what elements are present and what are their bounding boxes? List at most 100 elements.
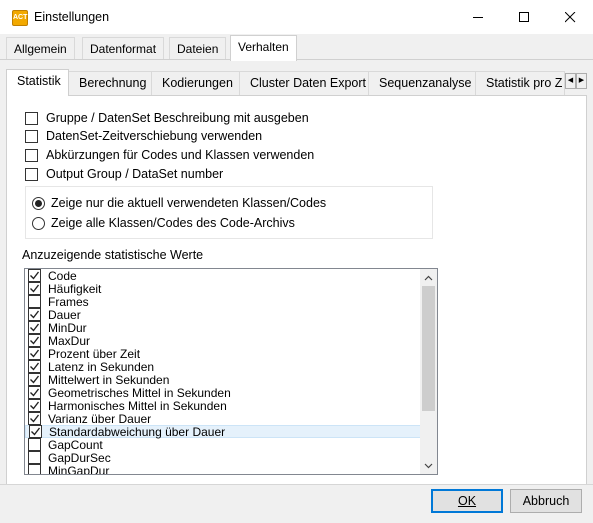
statistik-panel: Gruppe / DatenSet Beschreibung mit ausge… [6, 95, 587, 485]
tab-statistik-pro-z[interactable]: Statistik pro Z [475, 71, 565, 95]
radio-button[interactable] [32, 216, 45, 230]
list-item[interactable]: MaxDur [25, 333, 421, 348]
tab-verhalten[interactable]: Verhalten [230, 35, 297, 61]
option-label: Gruppe / DatenSet Beschreibung mit ausge… [46, 111, 309, 125]
window-title: Einstellungen [34, 10, 110, 24]
code-display-radio-group: Zeige nur die aktuell verwendeten Klasse… [25, 186, 433, 239]
option-label: Abkürzungen für Codes und Klassen verwen… [46, 148, 315, 162]
scroll-down-icon[interactable] [420, 457, 437, 474]
radio-nur-verwendete[interactable]: Zeige nur die aktuell verwendeten Klasse… [32, 195, 326, 211]
checkbox[interactable] [28, 438, 41, 451]
checkbox[interactable] [28, 412, 41, 425]
tab-cluster-daten-export[interactable]: Cluster Daten Export [239, 71, 369, 95]
tab-datenformat[interactable]: Datenformat [82, 37, 165, 60]
checkbox[interactable] [28, 360, 41, 373]
option-output-group[interactable]: Output Group / DataSet number [25, 166, 223, 182]
checkbox[interactable] [25, 167, 38, 181]
ok-button[interactable]: OK [431, 489, 503, 513]
checkbox[interactable] [25, 111, 38, 125]
minimize-icon [472, 16, 483, 18]
tab-allgemein[interactable]: Allgemein [6, 37, 75, 60]
list-item[interactable]: MinDur [25, 321, 421, 335]
list-item[interactable]: Häufigkeit [25, 282, 421, 296]
tab-sequenzanalyse[interactable]: Sequenzanalyse [368, 71, 476, 95]
close-button[interactable] [547, 0, 593, 34]
option-gruppe-beschreibung[interactable]: Gruppe / DatenSet Beschreibung mit ausge… [25, 110, 309, 126]
list-item[interactable]: MinGapDur [25, 463, 421, 475]
checkbox[interactable] [28, 451, 41, 464]
outer-tab-strip: Allgemein Datenformat Dateien Verhalten [0, 34, 593, 61]
checkmark-icon [30, 362, 40, 371]
radio-label: Zeige alle Klassen/Codes des Code-Archiv… [51, 216, 295, 230]
tab-dateien[interactable]: Dateien [169, 37, 227, 60]
checkmark-icon [30, 375, 40, 384]
checkbox[interactable] [28, 308, 41, 321]
list-item-label: Standardabweichung über Dauer [49, 424, 226, 439]
list-item-label: Code [48, 268, 77, 283]
list-item-label: Varianz über Dauer [48, 411, 152, 426]
checkbox[interactable] [28, 386, 41, 399]
list-item-label: MaxDur [48, 333, 91, 348]
checkbox[interactable] [28, 399, 41, 412]
list-item[interactable]: GapCount [25, 437, 421, 452]
option-label: Output Group / DataSet number [46, 167, 224, 181]
checkbox[interactable] [28, 282, 41, 295]
radio-selected-dot [35, 199, 42, 207]
tab-statistik[interactable]: Statistik [6, 69, 69, 96]
cancel-button[interactable]: Abbruch [510, 489, 582, 513]
stats-list-label: Anzuzeigende statistische Werte [22, 248, 204, 262]
checkmark-icon [30, 271, 40, 280]
radio-label: Zeige nur die aktuell verwendeten Klasse… [51, 196, 327, 210]
checkbox[interactable] [28, 321, 41, 334]
minimize-button[interactable] [455, 0, 501, 34]
list-item[interactable]: Prozent über Zeit [25, 347, 421, 361]
checkbox[interactable] [28, 269, 41, 282]
list-item-label: MinGapDur [48, 463, 110, 475]
list-item[interactable]: Latenz in Sekunden [25, 360, 421, 374]
tab-berechnung[interactable]: Berechnung [68, 71, 152, 95]
checkbox[interactable] [28, 295, 41, 308]
list-item-label: Frames [48, 294, 89, 309]
stats-checklist[interactable]: Code Häufigkeit Frames Dauer MinDur MaxDur Pro… [24, 268, 438, 475]
list-item[interactable]: Varianz über Dauer [25, 411, 421, 426]
tab-scroll-right-icon[interactable]: ▶ [576, 73, 587, 89]
option-zeitverschiebung[interactable]: DatenSet-Zeitverschiebung verwenden [25, 128, 262, 144]
radio-alle-codes[interactable]: Zeige alle Klassen/Codes des Code-Archiv… [32, 215, 295, 231]
dialog-footer: OK Abbruch [0, 484, 593, 523]
list-item-label: GapCount [48, 437, 103, 452]
scroll-up-icon[interactable] [420, 269, 437, 286]
tab-scroll-left-icon[interactable]: ◀ [565, 73, 576, 89]
option-abkuerzungen[interactable]: Abkürzungen für Codes und Klassen verwen… [25, 147, 314, 163]
close-icon [564, 11, 575, 22]
checkbox[interactable] [25, 148, 38, 162]
checkmark-icon [30, 401, 40, 410]
checkbox[interactable] [28, 347, 41, 360]
radio-button[interactable] [32, 196, 45, 210]
checkbox[interactable] [28, 464, 41, 474]
list-item[interactable]: Geometrisches Mittel in Sekunden [25, 386, 421, 400]
checkmark-icon [30, 284, 40, 293]
ok-button-label: OK [457, 494, 477, 508]
app-icon: ACT [12, 10, 28, 26]
list-item[interactable]: Dauer [25, 308, 421, 322]
checkbox[interactable] [28, 373, 41, 386]
list-item[interactable]: Standardabweichung über Dauer [25, 424, 421, 439]
list-scrollbar[interactable] [420, 269, 437, 474]
maximize-button[interactable] [501, 0, 547, 34]
list-item[interactable]: GapDurSec [25, 451, 421, 465]
checkmark-icon [30, 323, 40, 332]
checkmark-icon [31, 427, 41, 436]
checkbox[interactable] [28, 334, 41, 347]
list-item-label: Harmonisches Mittel in Sekunden [48, 398, 227, 413]
list-item[interactable]: Code [25, 268, 421, 283]
list-item[interactable]: Frames [25, 294, 421, 309]
checkbox[interactable] [29, 425, 42, 438]
inner-tab-strip: Statistik Berechnung Kodierungen Cluster… [6, 69, 587, 96]
title-bar: ACT Einstellungen [0, 0, 593, 34]
stats-list-items: Code Häufigkeit Frames Dauer MinDur MaxDur Pro… [25, 268, 421, 475]
checkbox[interactable] [25, 129, 38, 143]
list-item[interactable]: Harmonisches Mittel in Sekunden [25, 398, 421, 413]
list-item[interactable]: Mittelwert in Sekunden [25, 373, 421, 387]
tab-kodierungen[interactable]: Kodierungen [151, 71, 240, 95]
scroll-thumb[interactable] [422, 286, 435, 411]
